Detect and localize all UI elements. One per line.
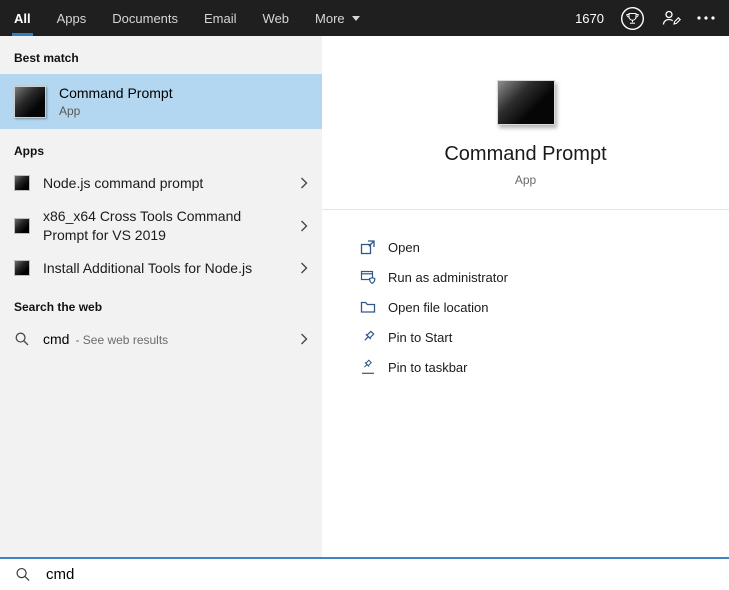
tab-web[interactable]: Web [263,0,290,36]
ellipsis-icon[interactable] [697,16,715,20]
app-item-label: Node.js command prompt [43,175,204,191]
pin-to-taskbar-icon [360,359,376,375]
admin-shield-icon [360,269,376,285]
apps-header: Apps [14,144,44,158]
search-icon [14,331,30,347]
rewards-points-count: 1670 [575,10,604,26]
best-match-item[interactable]: Command Prompt App [0,74,322,129]
tab-web-label: Web [262,10,290,26]
preview-panel: Command Prompt App Open Run as administr… [322,36,729,557]
tab-documents-label: Documents [112,10,179,26]
windows-search-panel: All Apps Documents Email Web More 1670 B… [0,0,729,590]
search-results-area: Best match Command Prompt App Apps Node.… [0,36,729,557]
terminal-icon [14,217,30,234]
action-label: Pin to taskbar [388,359,468,375]
app-item-nodejs-command-prompt[interactable]: Node.js command prompt [0,167,322,200]
tab-all[interactable]: All [12,0,33,36]
action-run-as-administrator[interactable]: Run as administrator [360,262,729,292]
action-pin-to-start[interactable]: Pin to Start [360,322,729,352]
search-input[interactable] [44,565,714,584]
action-open-file-location[interactable]: Open file location [360,292,729,322]
terminal-icon [14,260,30,277]
tab-email[interactable]: Email [204,0,237,36]
search-icon [15,567,31,583]
best-match-title: Command Prompt [59,85,173,101]
tab-documents[interactable]: Documents [112,0,178,36]
action-pin-to-taskbar[interactable]: Pin to taskbar [360,352,729,382]
action-label: Open file location [388,299,489,315]
tab-email-label: Email [204,10,237,26]
feedback-icon[interactable] [661,8,681,28]
chevron-right-icon[interactable] [294,177,314,189]
best-match-header: Best match [14,51,79,65]
command-prompt-icon-large [496,80,555,125]
preview-header: Command Prompt App [322,36,729,210]
tab-all-label: All [14,10,31,26]
best-match-subtitle: App [59,104,81,118]
preview-subtitle: App [514,173,537,187]
preview-title: Command Prompt [444,143,607,165]
filter-tabs: All Apps Documents Email Web More [12,0,360,36]
app-item-label: Install Additional Tools for Node.js [43,259,253,276]
chevron-down-icon [351,15,360,21]
action-open[interactable]: Open [360,232,729,262]
chevron-right-icon[interactable] [294,262,314,274]
results-list-panel: Best match Command Prompt App Apps Node.… [0,36,322,557]
tab-apps-label: Apps [56,10,87,26]
app-item-label: x86_x64 Cross Tools Command Prompt for V… [43,207,242,243]
rewards-icon[interactable] [620,6,645,31]
action-label: Run as administrator [388,269,508,285]
web-result-query: cmd [43,330,70,347]
search-the-web-header: Search the web [14,299,103,314]
search-filter-bar: All Apps Documents Email Web More 1670 [0,0,729,36]
open-icon [360,239,376,255]
chevron-right-icon[interactable] [294,333,314,345]
web-result-item[interactable]: cmd - See web results [0,323,322,356]
terminal-icon [14,175,30,192]
app-item-install-additional-tools[interactable]: Install Additional Tools for Node.js [0,252,322,285]
topbar-right-cluster: 1670 [575,0,715,36]
tab-apps[interactable]: Apps [57,0,87,36]
search-bar [0,557,729,590]
action-label: Open [388,239,420,255]
web-result-label: cmd - See web results [43,330,281,349]
folder-icon [360,299,376,315]
chevron-right-icon[interactable] [294,220,314,232]
action-label: Pin to Start [388,329,453,345]
pin-icon [360,329,376,345]
command-prompt-icon [14,85,46,118]
web-result-suffix: - See web results [75,332,169,347]
tab-more[interactable]: More [315,0,360,36]
context-actions: Open Run as administrator Open file loca… [322,210,729,382]
tab-more-label: More [315,10,345,26]
app-item-x86-x64-cross-tools[interactable]: x86_x64 Cross Tools Command Prompt for V… [0,200,322,252]
